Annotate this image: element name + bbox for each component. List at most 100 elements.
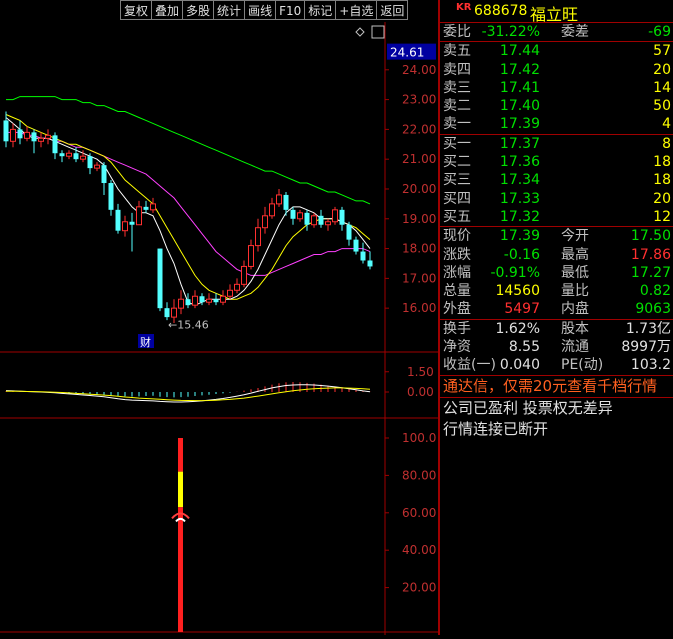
quote-value: 17.50 bbox=[630, 228, 671, 245]
bids-label: 买四 bbox=[443, 190, 471, 207]
quote-row[interactable]: 现价 17.39 今开 17.50 bbox=[440, 227, 673, 245]
candle-body-up bbox=[269, 203, 275, 217]
candle-body-up bbox=[45, 134, 51, 139]
candle-body-down bbox=[346, 224, 352, 240]
bids-volume: 12 bbox=[653, 208, 671, 225]
candle-body-down bbox=[115, 209, 121, 231]
candle-body-up bbox=[122, 221, 128, 232]
connection-status: 行情连接已断开 bbox=[443, 419, 549, 438]
candle-body-up bbox=[297, 212, 303, 220]
candle-body-up bbox=[241, 265, 247, 285]
fin-value: 0.040 bbox=[499, 357, 540, 374]
candle-body-up bbox=[255, 227, 261, 247]
stock-code: 688678 bbox=[474, 3, 528, 19]
quote-label: 最低 bbox=[561, 264, 589, 281]
toolbar-button-0[interactable]: 复权 bbox=[120, 0, 153, 20]
candle-body-up bbox=[171, 307, 177, 318]
macd-tick-label: 1.50 bbox=[407, 365, 434, 379]
ask-row[interactable]: 卖二 17.40 50 bbox=[440, 97, 673, 115]
toolbar-button-3[interactable]: 统计 bbox=[213, 0, 246, 20]
toolbar-button-7[interactable]: +自选 bbox=[335, 0, 378, 20]
candle-body-up bbox=[38, 137, 44, 142]
asks-volume: 57 bbox=[653, 43, 671, 60]
candle-body-down bbox=[31, 132, 37, 142]
toolbar-button-6[interactable]: 标记 bbox=[304, 0, 337, 20]
ma5-line bbox=[5, 117, 371, 306]
ind-tick-label: 60.00 bbox=[402, 506, 436, 520]
quote-value: 17.27 bbox=[630, 264, 671, 281]
fin-label: 净资 bbox=[443, 339, 471, 356]
bids-price: 17.36 bbox=[499, 154, 540, 171]
upgrade-notice[interactable]: 通达信，仅需20元查看千档行情 bbox=[440, 376, 673, 398]
ask-row[interactable]: 卖五 17.44 57 bbox=[440, 42, 673, 60]
asks-label: 卖三 bbox=[443, 79, 471, 96]
quote-row[interactable]: 涨幅 -0.91% 最低 17.27 bbox=[440, 264, 673, 282]
ma60-line bbox=[6, 96, 371, 205]
candle-body-down bbox=[101, 165, 107, 184]
ask-row[interactable]: 卖四 17.42 20 bbox=[440, 61, 673, 79]
fin-badge: 财 bbox=[140, 335, 151, 349]
asks-label: 卖五 bbox=[443, 43, 471, 60]
fin-row[interactable]: 收益(一) 0.040 PE(动) 103.2 bbox=[440, 356, 673, 374]
market-badge: KR bbox=[456, 2, 472, 13]
candle-body-down bbox=[304, 212, 310, 225]
price-tick-label: 20.00 bbox=[402, 182, 436, 196]
asks-price: 17.41 bbox=[499, 79, 540, 96]
quote-row[interactable]: 总量 14560 量比 0.82 bbox=[440, 282, 673, 300]
candle-body-down bbox=[3, 120, 9, 142]
toolbar-button-2[interactable]: 多股 bbox=[182, 0, 215, 20]
panel-toggle-icon bbox=[371, 25, 385, 39]
toolbar-button-1[interactable]: 叠加 bbox=[151, 0, 184, 20]
bid-row[interactable]: 买二 17.36 18 bbox=[440, 153, 673, 171]
bid-row[interactable]: 买四 17.33 20 bbox=[440, 190, 673, 208]
candle-body-up bbox=[311, 215, 317, 226]
candle-body-down bbox=[157, 248, 163, 309]
price-tick-label: 24.00 bbox=[402, 63, 436, 77]
toolbar-button-4[interactable]: 画线 bbox=[244, 0, 277, 20]
candle-body-down bbox=[129, 221, 135, 225]
fin-row[interactable]: 换手 1.62% 股本 1.73亿 bbox=[440, 320, 673, 338]
asks-price: 17.44 bbox=[499, 43, 540, 60]
indicator-bar-yellow bbox=[178, 471, 183, 508]
bids-volume: 18 bbox=[653, 172, 671, 189]
bids-price: 17.37 bbox=[499, 135, 540, 152]
fundamentals-list: 换手 1.62% 股本 1.73亿 净资 8.55 流通 8997万 收益(一) 0.040 PE(… bbox=[440, 320, 673, 376]
kline-chart[interactable]: 24.61 24.00 23.00 22.00 21.00 20.00 19.00 18.00… bbox=[0, 22, 438, 635]
bids-label: 买一 bbox=[443, 135, 471, 152]
price-tick-label: 17.00 bbox=[402, 271, 436, 285]
candle-body-up bbox=[136, 206, 142, 226]
bids-volume: 20 bbox=[653, 190, 671, 207]
toolbar-button-8[interactable]: 返回 bbox=[376, 0, 409, 20]
ind-tick-label: 40.00 bbox=[402, 543, 436, 557]
quote-row[interactable]: 涨跌 -0.16 最高 17.86 bbox=[440, 246, 673, 264]
candle-body-up bbox=[220, 295, 226, 303]
ask-row[interactable]: 卖一 17.39 4 bbox=[440, 115, 673, 133]
candle-body-up bbox=[24, 131, 30, 139]
fin-label: 收益(一) bbox=[443, 357, 496, 374]
candle-body-up bbox=[192, 295, 198, 306]
wb-row: 委比 -31.22% 委差 -69 bbox=[440, 23, 673, 41]
bids-price: 17.32 bbox=[499, 208, 540, 225]
candle-body-down bbox=[108, 183, 114, 210]
bid-row[interactable]: 买一 17.37 8 bbox=[440, 135, 673, 153]
quote-row[interactable]: 外盘 5497 内盘 9063 bbox=[440, 300, 673, 318]
candle-body-down bbox=[17, 129, 23, 139]
candle-body-up bbox=[178, 298, 184, 309]
fin-row[interactable]: 净资 8.55 流通 8997万 bbox=[440, 338, 673, 356]
ask-row[interactable]: 卖三 17.41 14 bbox=[440, 79, 673, 97]
candle-body-down bbox=[143, 206, 149, 210]
bid-row[interactable]: 买五 17.32 12 bbox=[440, 208, 673, 226]
quote-value: 14560 bbox=[495, 283, 540, 300]
candle-body-down bbox=[360, 251, 366, 261]
quote-list: 现价 17.39 今开 17.50 涨跌 -0.16 最高 17.86 涨幅 -0.91% 最低 17… bbox=[440, 227, 673, 320]
candle-body-down bbox=[353, 239, 359, 252]
bids-price: 17.33 bbox=[499, 190, 540, 207]
candle-body-up bbox=[94, 164, 100, 169]
kline-svg[interactable]: 24.61 24.00 23.00 22.00 21.00 20.00 19.00 18.00… bbox=[0, 22, 438, 635]
fin-label: PE(动) bbox=[561, 357, 604, 374]
asks-label: 卖二 bbox=[443, 98, 471, 115]
toolbar-button-5[interactable]: F10 bbox=[275, 0, 306, 20]
candle-body-up bbox=[10, 128, 16, 142]
current-price-label: 24.61 bbox=[390, 46, 424, 60]
bid-row[interactable]: 买三 17.34 18 bbox=[440, 171, 673, 189]
